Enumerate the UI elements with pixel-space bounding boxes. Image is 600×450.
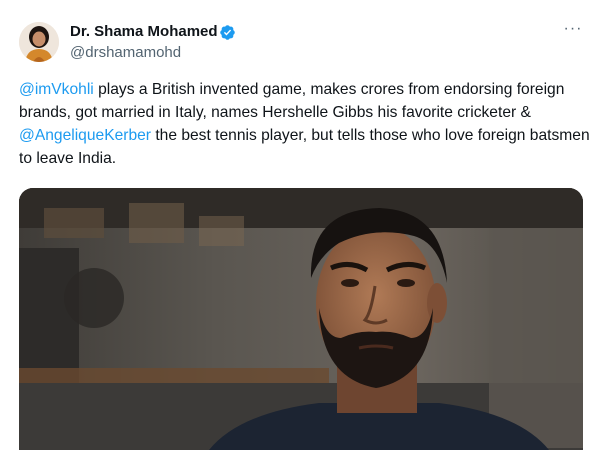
author-name[interactable]: Dr. Shama Mohamed (70, 23, 218, 40)
verified-badge-icon (219, 24, 236, 41)
more-options-button[interactable]: ··· (561, 20, 585, 42)
mention-link[interactable]: @imVkohli (19, 81, 94, 98)
author-avatar[interactable] (19, 22, 59, 62)
tweet-card[interactable]: Dr. Shama Mohamed @drshamamohd ··· @imVk… (0, 0, 600, 450)
tweet-media[interactable] (19, 188, 583, 450)
avatar-photo-icon (19, 22, 59, 62)
tweet-text-segment: plays a British invented game, makes cro… (19, 81, 565, 121)
more-dots-icon: ··· (563, 20, 583, 37)
author-handle[interactable]: @drshamamohd (70, 44, 181, 61)
man-portrait-photo-icon (19, 188, 583, 450)
mention-link[interactable]: @AngeliqueKerber (19, 127, 151, 144)
tweet-text: @imVkohli plays a British invented game,… (19, 78, 591, 170)
